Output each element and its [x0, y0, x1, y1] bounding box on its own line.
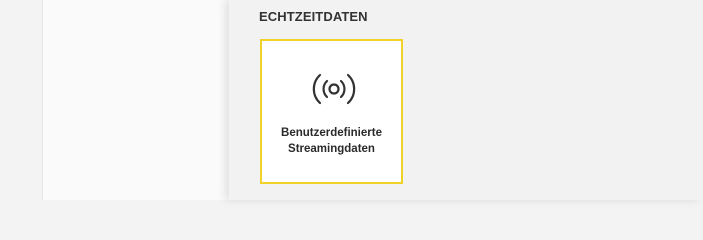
background-left [0, 0, 42, 200]
tile-custom-streaming-data[interactable]: Benutzerdefinierte Streamingdaten [260, 39, 403, 184]
background-pane [42, 0, 229, 200]
broadcast-signal-icon [312, 73, 356, 105]
section-title: ECHTZEITDATEN [259, 9, 368, 24]
tile-label-line2: Streamingdaten [288, 143, 375, 155]
tile-label-line1: Benutzerdefinierte [281, 127, 382, 139]
content-panel: ECHTZEITDATEN Benutzerdefinierte Streami… [229, 0, 703, 200]
tile-label: Benutzerdefinierte Streamingdaten [262, 125, 401, 157]
